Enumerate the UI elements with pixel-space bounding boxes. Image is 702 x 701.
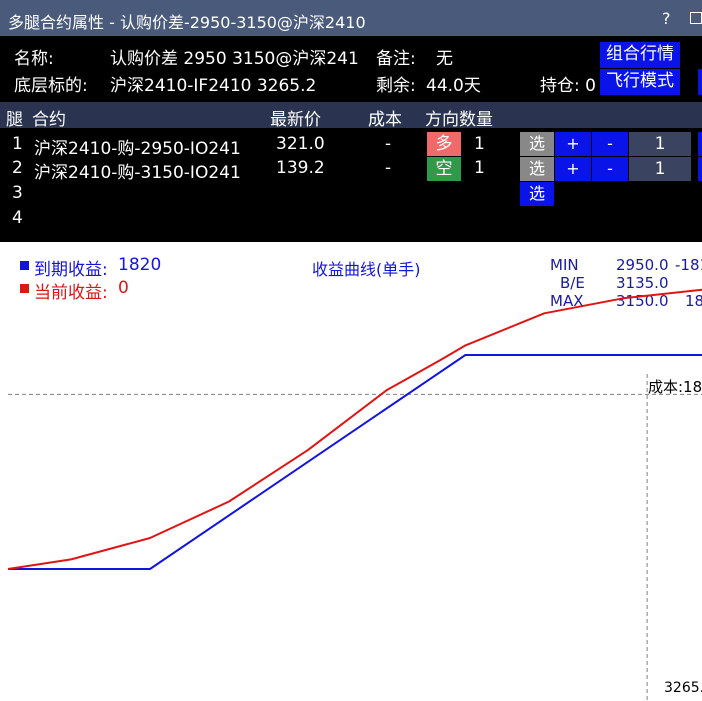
underlying-label: 底层标的: — [14, 76, 88, 96]
side-scroll-indicator — [698, 132, 702, 156]
dialog-window: 多腿合约属性 - 认购价差-2950-3150@沪深2410 ? 名称: 认购价… — [0, 0, 702, 701]
row-cost: - — [385, 134, 392, 154]
select-button[interactable]: 选 — [520, 157, 554, 181]
header-leg: 腿 — [6, 110, 23, 130]
payoff-plot — [7, 288, 702, 701]
remaining-value: 44.0天 — [426, 76, 481, 96]
qty-box[interactable]: 1 — [629, 157, 691, 181]
row-index: 1 — [12, 134, 23, 154]
x-marker-label: 3265. — [664, 680, 702, 696]
side-scroll-indicator — [698, 69, 702, 95]
row-index: 4 — [12, 208, 23, 228]
direction-short-tag[interactable]: 空 — [427, 157, 461, 181]
legs-table: 腿 合约 最新价 成本 方向数量 1 沪深2410-购-2950-IO241 3… — [0, 102, 702, 242]
select-button[interactable]: 选 — [520, 132, 554, 156]
direction-long-tag[interactable]: 多 — [427, 132, 461, 156]
note-label: 备注: — [376, 49, 416, 69]
maximize-icon[interactable] — [690, 12, 702, 24]
minus-button[interactable]: - — [592, 157, 628, 181]
fly-mode-button[interactable]: 飞行模式 — [600, 69, 680, 95]
help-icon[interactable]: ? — [662, 9, 671, 28]
name-label: 名称: — [14, 49, 54, 69]
underlying-value: 沪深2410-IF2410 3265.2 — [110, 76, 317, 96]
row-qty: 1 — [474, 134, 485, 154]
table-header: 腿 合约 最新价 成本 方向数量 — [0, 102, 702, 130]
row-qty: 1 — [474, 158, 485, 178]
row-cost: - — [385, 158, 392, 178]
qty-box[interactable]: 1 — [629, 132, 691, 156]
combo-quote-button[interactable]: 组合行情 — [600, 42, 680, 68]
info-panel: 名称: 认购价差 2950 3150@沪深241 备注: 无 底层标的: 沪深2… — [0, 36, 702, 102]
series-expiry-line — [8, 354, 702, 570]
row-index: 2 — [12, 158, 23, 178]
note-value: 无 — [436, 49, 453, 69]
row-index: 3 — [12, 183, 23, 203]
side-scroll-indicator — [698, 157, 702, 181]
title-bar: 多腿合约属性 - 认购价差-2950-3150@沪深2410 ? — [0, 0, 702, 36]
row-last-price: 321.0 — [276, 134, 325, 154]
header-cost: 成本 — [368, 110, 402, 130]
select-button[interactable]: 选 — [520, 182, 554, 206]
window-title: 多腿合约属性 - 认购价差-2950-3150@沪深2410 — [8, 13, 366, 32]
header-contract: 合约 — [32, 110, 66, 130]
cost-label: 成本:18 — [648, 378, 702, 396]
row-last-price: 139.2 — [276, 158, 325, 178]
header-last: 最新价 — [270, 110, 321, 130]
row-contract: 沪深2410-购-3150-IO241 — [34, 163, 241, 183]
plus-button[interactable]: + — [555, 157, 591, 181]
minus-button[interactable]: - — [592, 132, 628, 156]
header-dir-qty: 方向数量 — [425, 110, 493, 130]
position-label: 持仓: 0 — [540, 76, 596, 96]
payoff-chart: 到期收益: 1820 当前收益: 0 收益曲线(单手) MIN 2950.0 -… — [0, 244, 702, 701]
plus-button[interactable]: + — [555, 132, 591, 156]
remaining-label: 剩余: — [376, 76, 416, 96]
name-value: 认购价差 2950 3150@沪深241 — [110, 49, 359, 69]
row-contract: 沪深2410-购-2950-IO241 — [34, 139, 241, 159]
